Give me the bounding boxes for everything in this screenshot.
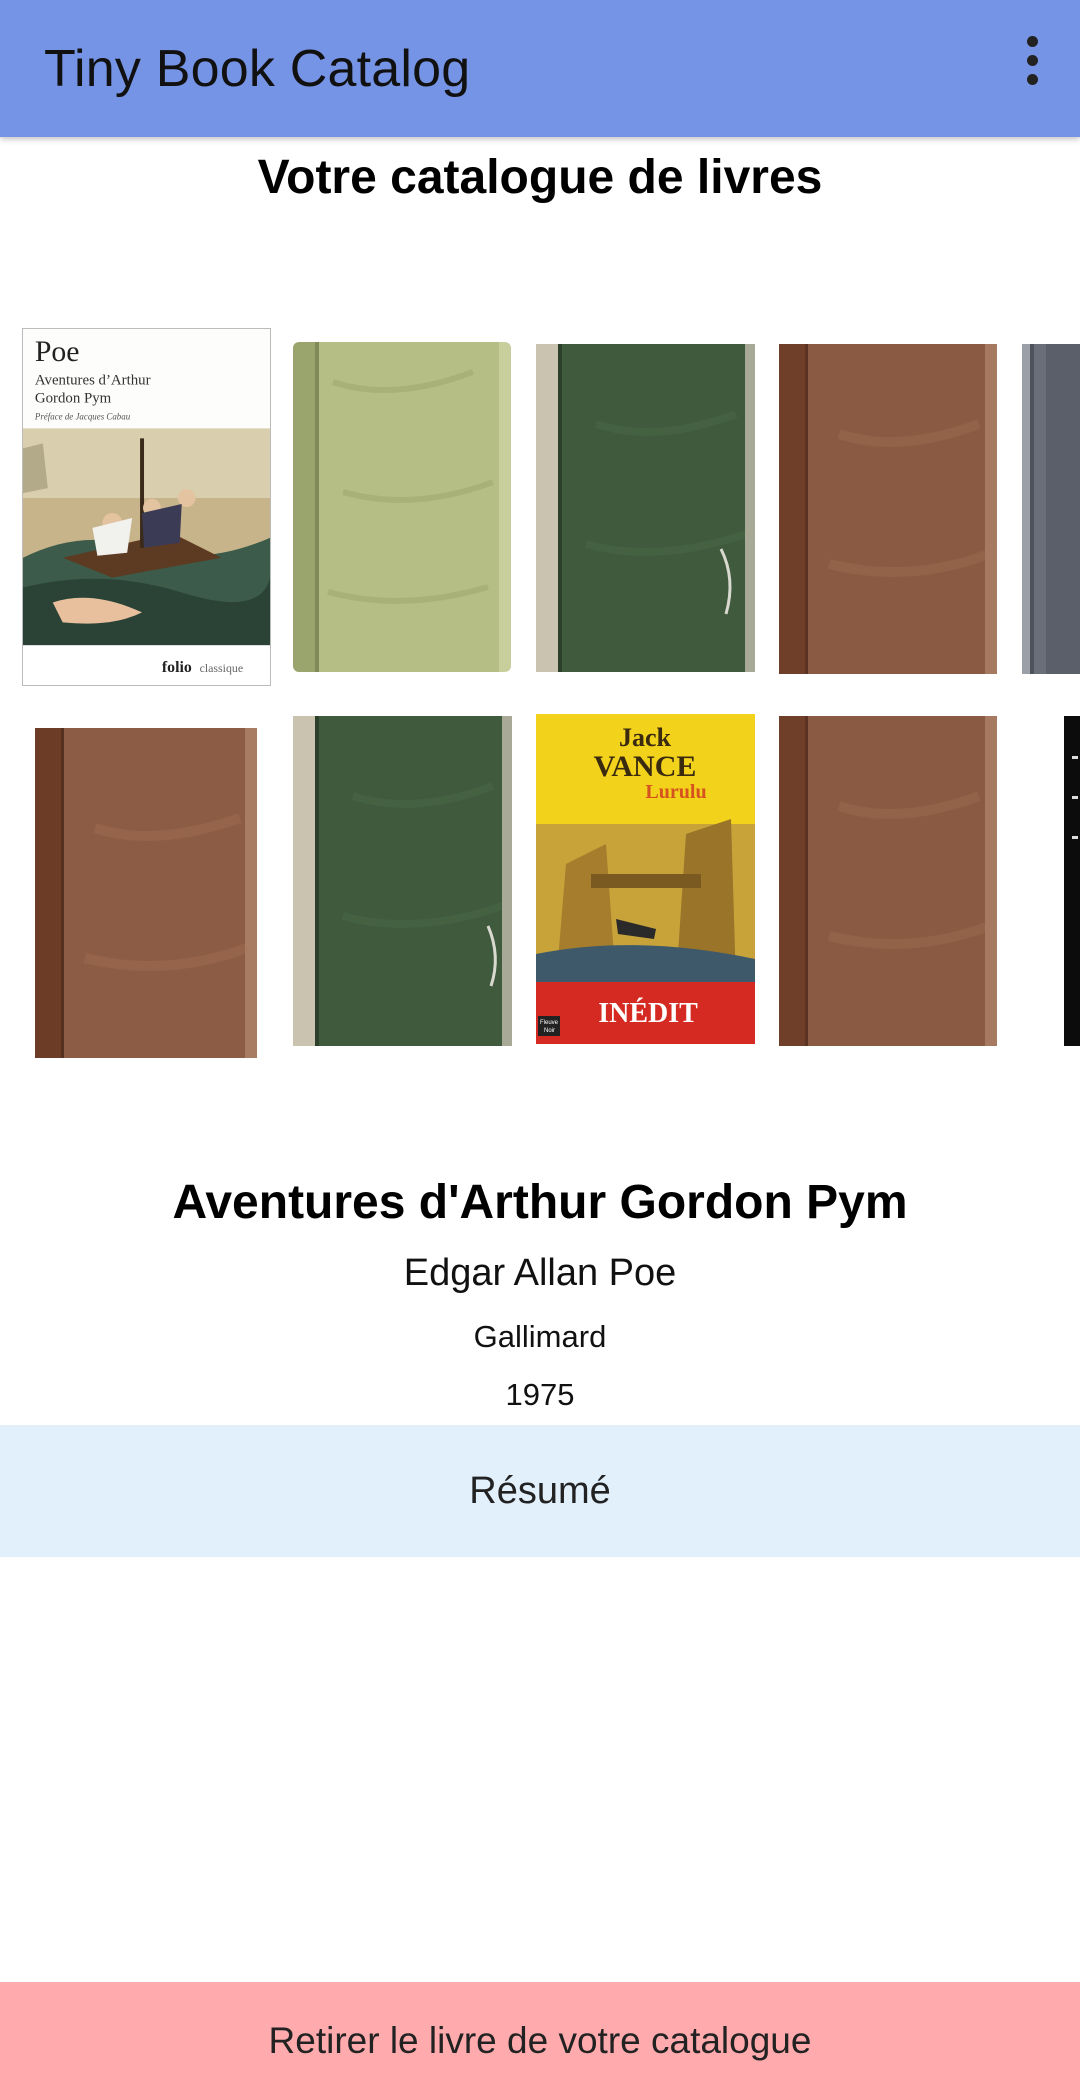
book-cover-poe[interactable]: Poe Aventures d’Arthur Gordon Pym Préfac… bbox=[22, 328, 271, 686]
cover-poe-preface: Préface de Jacques Cabau bbox=[34, 411, 131, 421]
book-cover-brown-2[interactable] bbox=[35, 728, 257, 1058]
cover-poe-collection: folio bbox=[162, 659, 192, 676]
book-grid[interactable]: Poe Aventures d’Arthur Gordon Pym Préfac… bbox=[0, 320, 1080, 1060]
book-cover-vance[interactable]: Jack VANCE Lurulu INÉDIT Fleuve Noir bbox=[536, 714, 755, 1044]
book-cover-green-2[interactable] bbox=[293, 716, 512, 1046]
more-vert-icon[interactable] bbox=[1002, 30, 1062, 90]
cover-poe-collection-suffix: classique bbox=[200, 661, 244, 675]
book-cover-brown[interactable] bbox=[779, 344, 997, 674]
cover-vance-title: Lurulu bbox=[645, 781, 706, 803]
cover-poe-author: Poe bbox=[35, 335, 80, 368]
cover-vance-last: VANCE bbox=[594, 750, 697, 783]
book-cover-brown-3[interactable] bbox=[779, 716, 997, 1046]
cover-poe-title-1: Aventures d’Arthur bbox=[35, 373, 151, 389]
app-bar: Tiny Book Catalog bbox=[0, 0, 1080, 137]
book-cover-olive[interactable] bbox=[293, 342, 511, 672]
book-cover-grey-partial[interactable] bbox=[1022, 344, 1080, 674]
book-publisher: Gallimard bbox=[473, 1319, 607, 1354]
remove-book-button[interactable]: Retirer le livre de votre catalogue bbox=[0, 1982, 1080, 2100]
app-title: Tiny Book Catalog bbox=[44, 39, 471, 98]
cover-vance-banner: INÉDIT bbox=[598, 998, 698, 1029]
book-author: Edgar Allan Poe bbox=[403, 1252, 677, 1294]
book-details: Aventures d'Arthur Gordon Pym Edgar Alla… bbox=[0, 1175, 1080, 1413]
book-cover-black-partial[interactable] bbox=[1064, 716, 1080, 1046]
book-year: 1975 bbox=[505, 1377, 575, 1412]
book-cover-green[interactable] bbox=[536, 344, 755, 672]
cover-poe-title-2: Gordon Pym bbox=[35, 391, 112, 407]
cover-vance-logo-2: Noir bbox=[544, 1028, 555, 1034]
cover-vance-first: Jack bbox=[619, 723, 672, 752]
book-title: Aventures d'Arthur Gordon Pym bbox=[172, 1176, 908, 1229]
cover-vance-logo-1: Fleuve bbox=[540, 1020, 559, 1026]
page-heading: Votre catalogue de livres bbox=[257, 151, 823, 204]
resume-button[interactable]: Résumé bbox=[0, 1425, 1080, 1557]
